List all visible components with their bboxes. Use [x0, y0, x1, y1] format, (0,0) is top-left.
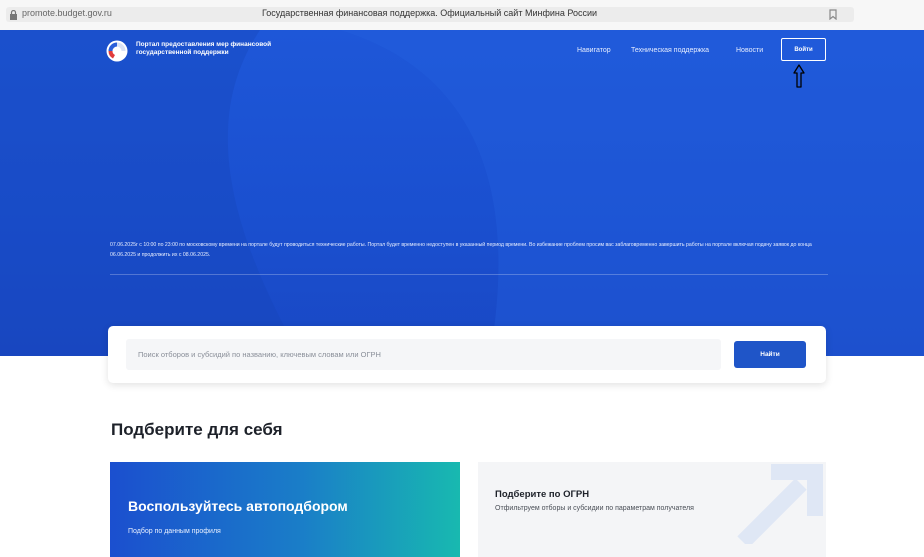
notice-divider — [110, 274, 828, 275]
ogrn-card[interactable]: Подберите по ОГРН Отфильтруем отборы и с… — [478, 462, 826, 557]
ogrn-card-title: Подберите по ОГРН — [495, 489, 590, 500]
autoselect-card-title: Воспользуйтесь автоподбором — [128, 498, 348, 514]
nav-news[interactable]: Новости — [736, 47, 763, 54]
autoselect-card-subtitle: Подбор по данным профиля — [128, 528, 221, 535]
search-button[interactable]: Найти — [734, 341, 806, 368]
arrow-up-icon — [793, 64, 805, 88]
page-title: Государственная финансовая поддержка. Оф… — [262, 8, 598, 18]
portal-logo[interactable] — [106, 40, 128, 62]
autoselect-card[interactable]: Воспользуйтесь автоподбором Подбор по да… — [110, 462, 460, 557]
nav-tech-support[interactable]: Техническая поддержка — [631, 47, 709, 54]
ogrn-card-subtitle: Отфильтруем отборы и субсидии по парамет… — [495, 505, 694, 512]
hero-background-shape — [0, 30, 924, 356]
nav-navigator[interactable]: Навигатор — [577, 47, 611, 54]
section-title: Подберите для себя — [111, 420, 283, 439]
search-panel: Найти — [108, 326, 826, 383]
search-input[interactable] — [126, 339, 721, 370]
lock-icon — [10, 10, 17, 20]
browser-address-bar: promote.budget.gov.ru Государственная фи… — [0, 0, 924, 31]
bookmark-icon[interactable] — [829, 9, 837, 20]
hero-banner: Портал предоставления мер финансовой гос… — [0, 30, 924, 356]
diagonal-arrow-icon — [737, 464, 823, 544]
url-text[interactable]: promote.budget.gov.ru — [22, 8, 112, 18]
login-button[interactable]: Войти — [781, 38, 826, 61]
portal-name[interactable]: Портал предоставления мер финансовой гос… — [136, 41, 326, 57]
maintenance-notice: 07.06.2025г с 10:00 по 23:00 по московск… — [110, 242, 812, 258]
